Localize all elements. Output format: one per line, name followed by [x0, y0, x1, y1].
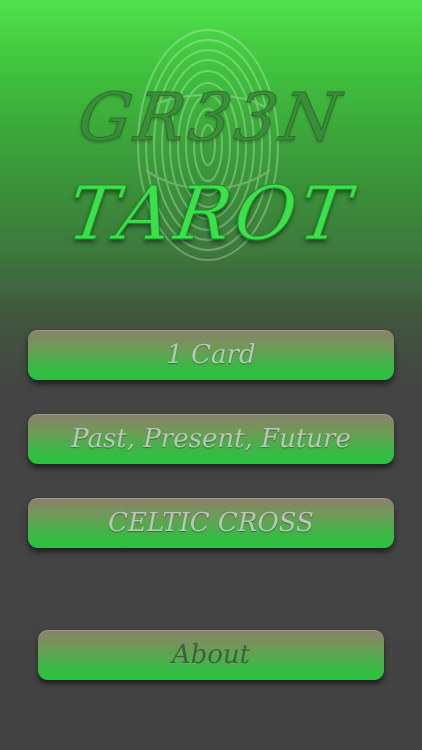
app-title-line-1: GR33N — [73, 79, 349, 157]
app-title-line-2: TAROT — [62, 171, 360, 258]
about-button[interactable]: About — [38, 630, 384, 680]
past-present-future-label: Past, Present, Future — [71, 424, 351, 454]
about-label: About — [171, 640, 251, 670]
celtic-cross-button[interactable]: CELTIC CROSS — [28, 498, 394, 548]
past-present-future-button[interactable]: Past, Present, Future — [28, 414, 394, 464]
one-card-button[interactable]: 1 Card — [28, 330, 394, 380]
celtic-cross-label: CELTIC CROSS — [108, 508, 314, 538]
one-card-label: 1 Card — [166, 340, 256, 370]
main-menu-screen: GR33N TAROT 1 Card Past, Present, Future… — [0, 0, 422, 750]
